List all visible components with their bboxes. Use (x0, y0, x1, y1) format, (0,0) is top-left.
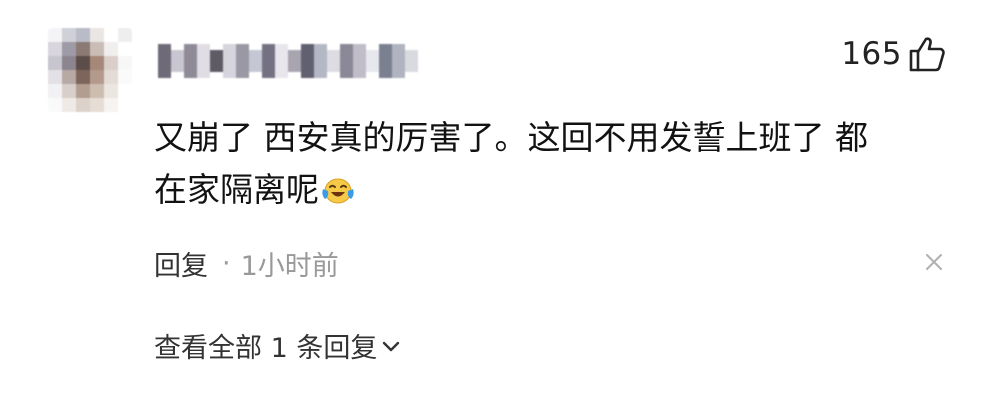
avatar-pixel (48, 56, 62, 70)
avatar-pixel (62, 98, 76, 112)
avatar-pixel (48, 70, 62, 84)
avatar-pixel (76, 70, 90, 84)
avatar-pixel (76, 84, 90, 98)
comment-card: 165 又崩了 西安真的厉害了。这回不用发誓上班了 都 在家隔离呢 回复 · 1… (0, 0, 1000, 400)
username-pixel (288, 50, 301, 72)
username-pixel (236, 44, 249, 78)
username-pixel (275, 44, 288, 78)
like-button[interactable]: 165 (841, 36, 946, 72)
username-pixel (392, 44, 405, 78)
username-pixel (340, 44, 353, 78)
comment-text-line1: 又崩了 西安真的厉害了。这回不用发誓上班了 都 (154, 118, 868, 157)
comment-meta: 回复 · 1小时前 (154, 244, 339, 283)
close-icon[interactable] (924, 252, 944, 276)
avatar-pixel (62, 70, 76, 84)
comment-text: 又崩了 西安真的厉害了。这回不用发誓上班了 都 在家隔离呢 (154, 112, 974, 216)
avatar-pixel (118, 84, 132, 98)
avatar-pixel (118, 70, 132, 84)
username-pixel (184, 44, 197, 78)
avatar-pixel (48, 28, 62, 42)
chevron-down-icon (381, 330, 401, 361)
avatar-pixel (48, 98, 62, 112)
username-pixel (314, 44, 327, 78)
avatar-pixel (90, 56, 104, 70)
avatar-pixel (104, 84, 118, 98)
laughing-crying-emoji-icon (321, 168, 355, 204)
avatar-pixel (90, 84, 104, 98)
avatar-pixel (76, 56, 90, 70)
avatar-pixel (90, 70, 104, 84)
meta-separator: · (222, 248, 231, 279)
avatar-pixel (104, 28, 118, 42)
username-pixel (301, 44, 314, 78)
avatar-pixel (118, 98, 132, 112)
avatar-pixel (90, 42, 104, 56)
username-pixel (249, 50, 262, 72)
avatar-pixel (104, 56, 118, 70)
avatar-pixel (76, 28, 90, 42)
comment-text-line2: 在家隔离呢 (154, 170, 319, 209)
username-pixel (171, 50, 184, 72)
avatar-pixel (62, 42, 76, 56)
avatar-pixel (62, 56, 76, 70)
avatar-pixel (76, 98, 90, 112)
avatar-pixel (62, 28, 76, 42)
avatar-pixel (104, 98, 118, 112)
avatar-pixel (48, 42, 62, 56)
avatar-pixel (90, 28, 104, 42)
username-pixel (197, 44, 210, 78)
avatar-pixel (48, 84, 62, 98)
avatar-pixel (118, 42, 132, 56)
username-pixel (327, 50, 340, 72)
avatar-pixel (118, 28, 132, 42)
username-pixel (223, 44, 236, 78)
username-pixel (405, 50, 418, 72)
view-all-replies-button[interactable]: 查看全部 1 条回复 (154, 326, 401, 365)
username-pixel (366, 50, 379, 72)
reply-button[interactable]: 回复 (154, 244, 208, 283)
username-pixel (262, 44, 275, 78)
avatar-pixel (104, 70, 118, 84)
view-all-replies-label: 查看全部 1 条回复 (154, 333, 378, 364)
thumbs-up-icon (908, 36, 946, 72)
username-pixel (210, 50, 223, 72)
comment-time: 1小时前 (240, 251, 339, 282)
avatar-pixel (90, 98, 104, 112)
avatar-pixel (62, 84, 76, 98)
avatar[interactable] (48, 28, 132, 112)
username-pixel (353, 44, 366, 78)
avatar-pixel (104, 42, 118, 56)
username-pixel (158, 44, 171, 78)
username-pixel (379, 44, 392, 78)
username-censored[interactable] (158, 44, 418, 78)
avatar-pixel (118, 56, 132, 70)
like-count: 165 (841, 36, 902, 72)
avatar-pixel (76, 42, 90, 56)
